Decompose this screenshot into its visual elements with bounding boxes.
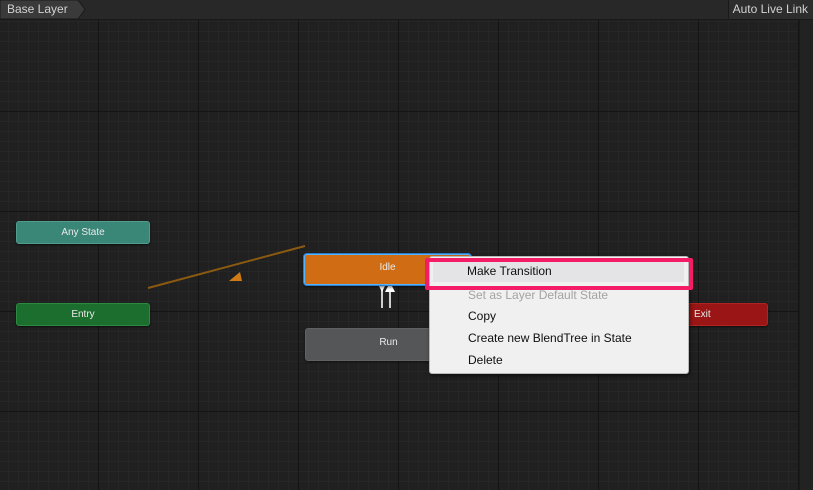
- auto-live-link-button[interactable]: Auto Live Link: [727, 0, 813, 19]
- entry-to-idle-transition[interactable]: [147, 245, 306, 289]
- menu-item-label: Make Transition: [467, 264, 552, 278]
- menu-item-label: Delete: [468, 353, 503, 367]
- state-node-exit-label: Exit: [694, 309, 711, 320]
- entry-to-idle-arrow: [229, 272, 242, 281]
- animator-toolbar: Base Layer Auto Live Link: [0, 0, 813, 20]
- menu-item-delete[interactable]: Delete: [430, 349, 688, 371]
- menu-item-create-blendtree[interactable]: Create new BlendTree in State: [430, 327, 688, 349]
- vertical-scrollbar[interactable]: [799, 20, 813, 490]
- menu-item-make-transition-label-row[interactable]: Make Transition: [429, 260, 687, 282]
- menu-item-label: Create new BlendTree in State: [468, 331, 632, 345]
- menu-item-set-layer-default: Set as Layer Default State: [430, 284, 688, 306]
- state-graph-canvas[interactable]: Any State Entry Idle Run Exit: [0, 20, 813, 490]
- state-node-entry[interactable]: Entry: [16, 303, 150, 326]
- menu-item-label: Copy: [468, 309, 497, 323]
- menu-item-copy[interactable]: Copy: [430, 305, 688, 327]
- state-node-any-state[interactable]: Any State: [16, 221, 150, 244]
- menu-item-label: Set as Layer Default State: [468, 288, 609, 302]
- breadcrumb-label: Base Layer: [7, 2, 68, 16]
- breadcrumb[interactable]: Base Layer: [0, 0, 86, 19]
